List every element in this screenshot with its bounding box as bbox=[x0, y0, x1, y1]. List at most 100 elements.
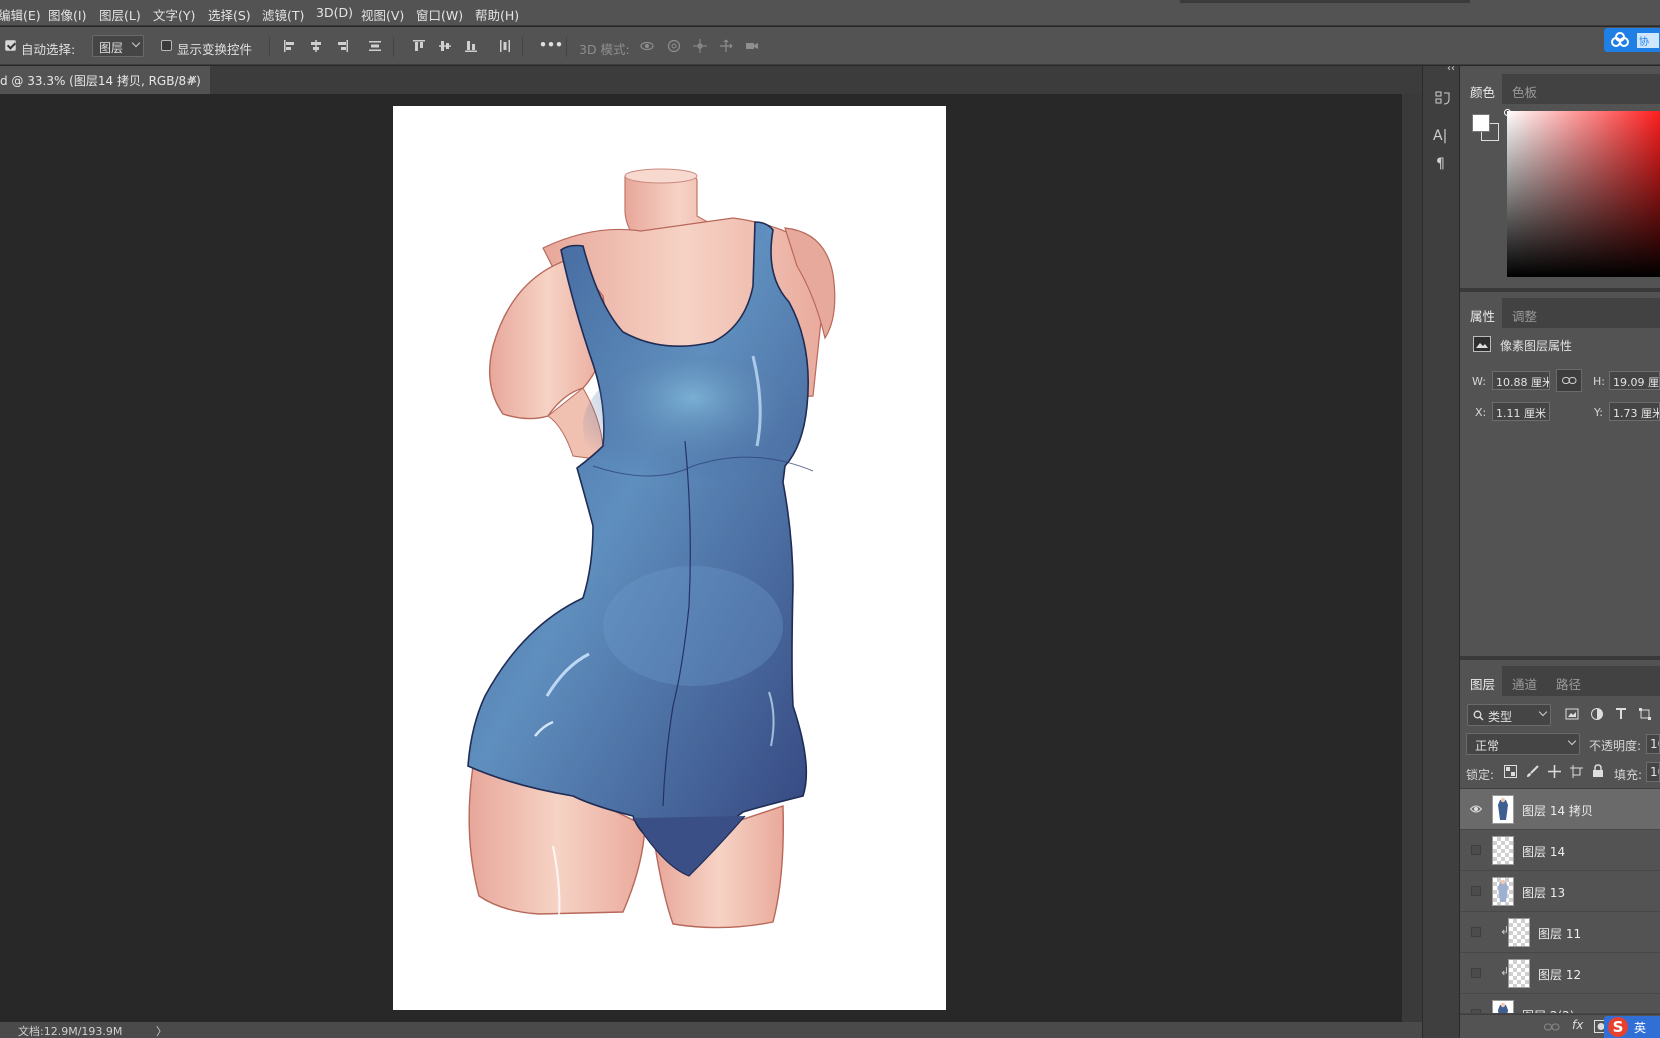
height-field[interactable]: 19.09 厘米 bbox=[1609, 371, 1660, 390]
menu-filter[interactable]: 滤镜(T) bbox=[262, 5, 304, 24]
layer-style-fx-button[interactable]: fx bbox=[1572, 1018, 1583, 1032]
layer-thumbnail[interactable] bbox=[1508, 918, 1530, 947]
history-icon[interactable] bbox=[1434, 90, 1452, 108]
layer-row[interactable]: 图层 14 bbox=[1460, 830, 1660, 871]
distribute-horizontal-icon[interactable] bbox=[498, 39, 512, 53]
layer-thumbnail[interactable] bbox=[1508, 959, 1530, 988]
align-center-icon[interactable] bbox=[309, 39, 323, 53]
layer-thumbnail[interactable] bbox=[1492, 1000, 1514, 1013]
color-picker-field[interactable] bbox=[1507, 111, 1660, 277]
blend-mode-dropdown[interactable]: 正常 bbox=[1466, 733, 1580, 755]
3d-roll-icon[interactable] bbox=[667, 39, 681, 53]
separator bbox=[393, 37, 394, 57]
opacity-label: 不透明度: bbox=[1589, 739, 1642, 753]
layer-row[interactable]: 图层 13 bbox=[1460, 871, 1660, 912]
layer-row[interactable]: ↲ 图层 12 bbox=[1460, 953, 1660, 994]
auto-select-target-value: 图层 bbox=[99, 41, 124, 55]
tab-paths[interactable]: 路径 bbox=[1548, 666, 1590, 696]
x-field[interactable]: 1.11 厘米 bbox=[1492, 402, 1550, 421]
fill-label: 填充: bbox=[1614, 768, 1643, 782]
fill-field[interactable]: 10 bbox=[1646, 762, 1660, 782]
cloud-icon bbox=[1611, 32, 1629, 47]
align-top-icon[interactable] bbox=[412, 39, 426, 53]
paragraph-panel-icon[interactable]: ¶ bbox=[1436, 156, 1445, 172]
window-drag-bar[interactable] bbox=[1180, 0, 1470, 3]
visibility-toggle[interactable] bbox=[1471, 968, 1481, 978]
share-button[interactable]: 协 bbox=[1604, 28, 1660, 52]
link-dimensions-button[interactable] bbox=[1556, 369, 1582, 392]
color-panel-tabs: 颜色 色板 bbox=[1460, 74, 1660, 104]
distribute-vertical-icon[interactable] bbox=[368, 39, 382, 53]
menu-layer[interactable]: 图层(L) bbox=[99, 5, 141, 24]
lock-position-icon[interactable] bbox=[1548, 765, 1561, 778]
link-layers-icon[interactable] bbox=[1544, 1022, 1560, 1032]
tab-layers[interactable]: 图层 bbox=[1460, 666, 1502, 696]
more-options-button[interactable]: ••• bbox=[539, 37, 563, 52]
menu-edit[interactable]: 编辑(E) bbox=[0, 5, 41, 24]
lock-transparent-icon[interactable] bbox=[1504, 765, 1517, 778]
width-field[interactable]: 10.88 厘米 bbox=[1492, 371, 1550, 390]
menu-select[interactable]: 选择(S) bbox=[208, 5, 251, 24]
status-menu-arrow[interactable]: 〉 bbox=[156, 1023, 167, 1038]
document-canvas[interactable] bbox=[393, 106, 946, 1010]
visibility-toggle[interactable] bbox=[1471, 886, 1481, 896]
layer-thumbnail[interactable] bbox=[1492, 877, 1514, 906]
tab-channels[interactable]: 通道 bbox=[1504, 666, 1546, 696]
3d-orbit-icon[interactable] bbox=[640, 39, 654, 53]
foreground-color-swatch[interactable] bbox=[1472, 114, 1490, 132]
menu-view[interactable]: 视图(V) bbox=[361, 5, 404, 24]
layer-row[interactable]: ↲ 图层 11 bbox=[1460, 912, 1660, 953]
panel-divider bbox=[1460, 288, 1660, 292]
3d-pan-icon[interactable] bbox=[693, 39, 707, 53]
menu-3d[interactable]: 3D(D) bbox=[316, 5, 353, 20]
auto-select-target-dropdown[interactable]: 图层 bbox=[92, 35, 144, 57]
show-transform-checkbox[interactable] bbox=[161, 40, 172, 51]
menu-type[interactable]: 文字(Y) bbox=[153, 5, 195, 24]
align-bottom-icon[interactable] bbox=[464, 39, 478, 53]
3d-slide-icon[interactable] bbox=[719, 39, 733, 53]
filter-type-icon[interactable] bbox=[1614, 707, 1628, 721]
layer-row[interactable]: 图层 14 拷贝 bbox=[1460, 789, 1660, 830]
tab-adjustments[interactable]: 调整 bbox=[1504, 298, 1544, 328]
link-icon bbox=[1562, 377, 1577, 384]
visibility-toggle[interactable] bbox=[1471, 845, 1481, 855]
ime-indicator[interactable]: S 英 bbox=[1604, 1016, 1660, 1038]
menu-image[interactable]: 图像(I) bbox=[48, 5, 86, 24]
y-label: Y: bbox=[1594, 406, 1603, 419]
tab-color[interactable]: 颜色 bbox=[1460, 74, 1502, 104]
layer-thumbnail[interactable] bbox=[1492, 795, 1514, 824]
auto-select-checkbox[interactable] bbox=[5, 40, 16, 51]
tab-properties[interactable]: 属性 bbox=[1460, 298, 1502, 328]
color-picker-cursor[interactable] bbox=[1504, 109, 1511, 116]
menu-help[interactable]: 帮助(H) bbox=[475, 5, 519, 24]
show-transform-label: 显示变换控件 bbox=[177, 42, 253, 57]
layer-row[interactable]: 图层 2(2) bbox=[1460, 994, 1660, 1014]
collapse-panels-icon[interactable]: ‹‹ bbox=[1447, 63, 1455, 74]
visibility-toggle[interactable] bbox=[1471, 927, 1481, 937]
blend-mode-value: 正常 bbox=[1475, 739, 1500, 753]
status-bar: 文档:12.9M/193.9M 〉 bbox=[0, 1022, 1422, 1038]
character-panel-icon[interactable]: A| bbox=[1433, 128, 1447, 144]
filter-shape-icon[interactable] bbox=[1638, 707, 1652, 721]
lock-all-icon[interactable] bbox=[1592, 764, 1604, 778]
filter-pixel-icon[interactable] bbox=[1565, 707, 1579, 721]
lock-paint-brush-icon[interactable] bbox=[1526, 765, 1539, 778]
y-field[interactable]: 1.73 厘米 bbox=[1609, 402, 1660, 421]
document-tab[interactable]: d @ 33.3% (图层14 拷贝, RGB/8#) × bbox=[0, 66, 210, 94]
tab-swatches[interactable]: 色板 bbox=[1504, 74, 1544, 104]
layer-name: 图层 11 bbox=[1538, 927, 1582, 941]
align-left-icon[interactable] bbox=[283, 39, 297, 53]
canvas-vertical-scrollbar[interactable] bbox=[1402, 94, 1422, 1022]
align-middle-icon[interactable] bbox=[438, 39, 452, 53]
3d-scale-camera-icon[interactable] bbox=[745, 39, 759, 53]
filter-adjustment-icon[interactable] bbox=[1590, 707, 1604, 721]
menu-window[interactable]: 窗口(W) bbox=[416, 5, 463, 24]
layer-filter-dropdown[interactable]: 类型 bbox=[1467, 704, 1551, 726]
lock-artboard-icon[interactable] bbox=[1570, 765, 1583, 778]
align-right-icon[interactable] bbox=[335, 39, 349, 53]
opacity-field[interactable]: 10 bbox=[1646, 734, 1660, 754]
close-tab-icon[interactable]: × bbox=[188, 72, 198, 86]
layer-name: 图层 2(2) bbox=[1522, 1007, 1574, 1013]
layer-thumbnail[interactable] bbox=[1492, 836, 1514, 865]
visibility-eye-icon[interactable] bbox=[1470, 803, 1482, 815]
